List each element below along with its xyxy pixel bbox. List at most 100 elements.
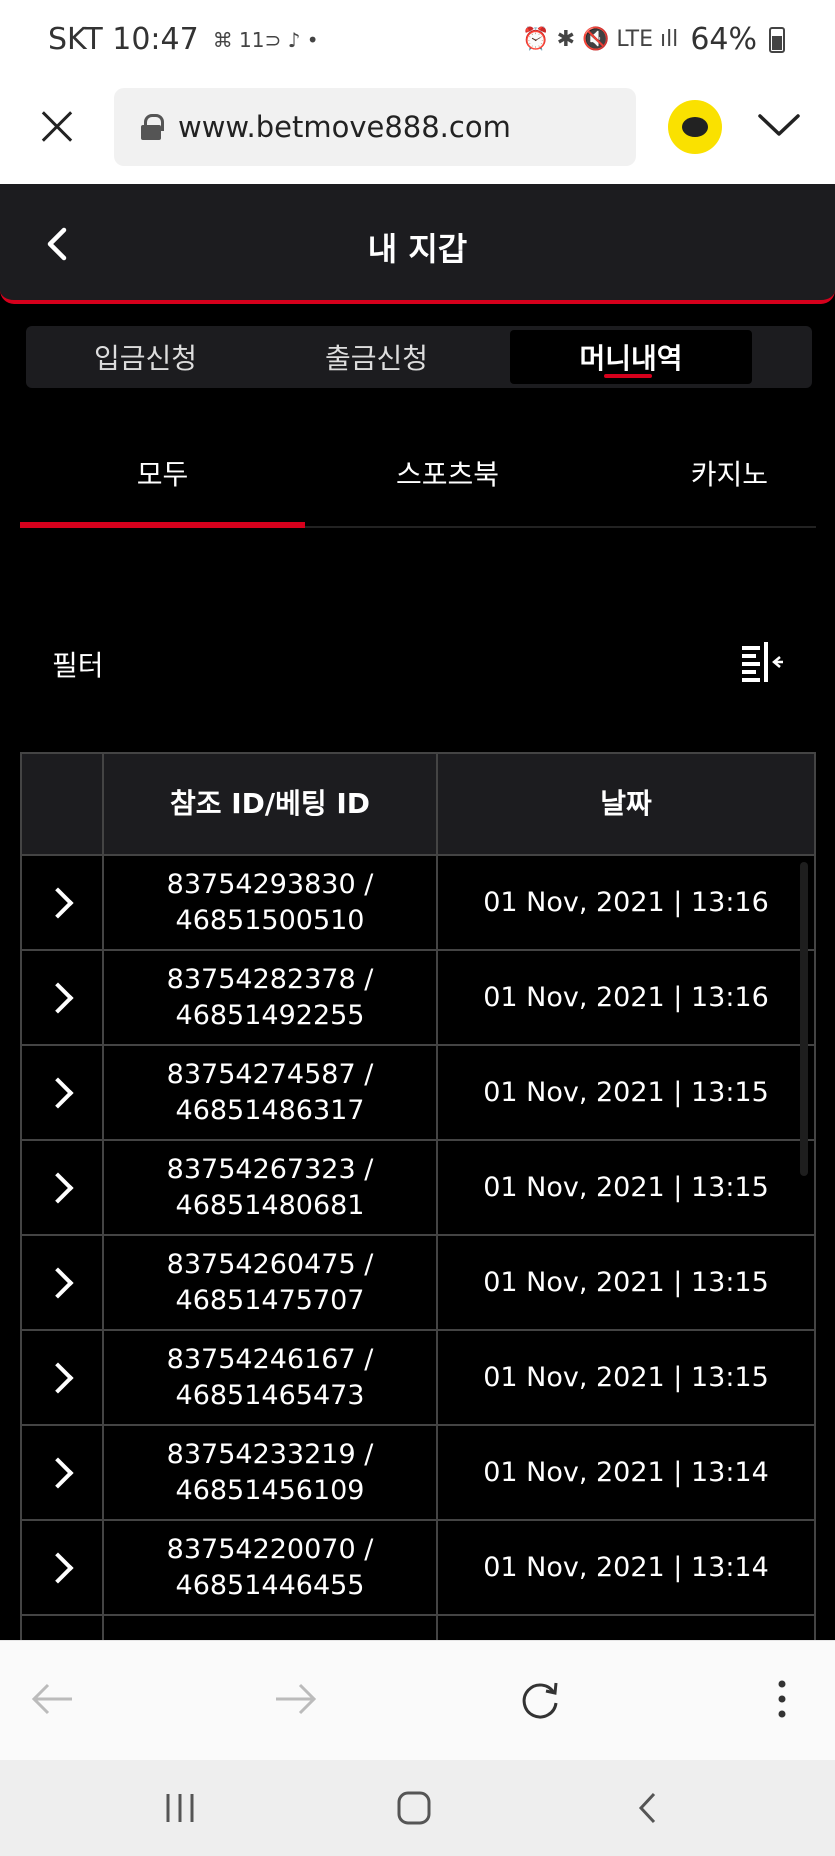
tab-withdraw[interactable]: 출금신청 [261, 330, 492, 384]
lock-icon [140, 114, 164, 140]
date-cell: 01 Nov, 2021 | 13:15 [483, 1076, 769, 1108]
table-row[interactable]: 83754260475 / 46851475707 01 Nov, 2021 |… [22, 1236, 814, 1331]
url-field[interactable]: www.betmove888.com [114, 88, 636, 166]
date-cell: 01 Nov, 2021 | 13:15 [483, 1171, 769, 1203]
system-icons: ⏰ ✱ 🔇 LTE ıll [522, 27, 679, 52]
browser-back-button[interactable] [22, 1669, 82, 1729]
filter-toggle-icon[interactable] [740, 640, 784, 684]
recent-apps-button[interactable] [150, 1782, 210, 1834]
battery-percent: 64% [690, 22, 757, 57]
ref-id: 83754233219 / [166, 1438, 374, 1470]
tab-money-history[interactable]: 머니내역 [510, 330, 752, 384]
history-filter-tabs: 모두 스포츠북 카지노 [20, 430, 816, 528]
date-cell: 01 Nov, 2021 | 13:14 [483, 1456, 769, 1488]
table-row[interactable]: 83754267323 / 46851480681 01 Nov, 2021 |… [22, 1141, 814, 1236]
ref-bet-id-cell: 83754293830 / 46851500510 [104, 856, 438, 949]
bet-id: 46851475707 [175, 1284, 365, 1316]
chevron-right-icon [42, 1551, 74, 1584]
tab-deposit[interactable]: 입금신청 [30, 330, 261, 384]
chevron-left-icon [638, 1792, 656, 1824]
table-row[interactable]: 83754233219 / 46851456109 01 Nov, 2021 |… [22, 1426, 814, 1521]
ref-id: 83754282378 / [166, 963, 374, 995]
chevron-right-icon [42, 981, 74, 1014]
battery-icon [769, 26, 785, 53]
bet-id: 46851480681 [175, 1189, 365, 1221]
column-header-expand [22, 754, 104, 854]
expand-row-button[interactable] [22, 1141, 104, 1234]
bet-id: 46851465473 [175, 1379, 365, 1411]
bet-id: 46851492255 [175, 999, 365, 1031]
more-vertical-icon [778, 1680, 786, 1718]
table-row[interactable]: 83754293830 / 46851500510 01 Nov, 2021 |… [22, 856, 814, 951]
date-cell: 01 Nov, 2021 | 13:15 [483, 1361, 769, 1393]
close-tab-button[interactable] [34, 104, 80, 150]
more-menu-button[interactable] [752, 1669, 812, 1729]
chevron-right-icon [42, 1361, 74, 1394]
expand-row-button[interactable] [22, 1236, 104, 1329]
chevron-right-icon [42, 1456, 74, 1489]
column-header-ref-bet-id: 참조 ID/베팅 ID [104, 754, 438, 854]
tab-sportsbook[interactable]: 스포츠북 [305, 430, 590, 526]
arrow-right-icon [276, 1683, 317, 1715]
table-row[interactable]: 83754220070 / 46851446455 01 Nov, 2021 |… [22, 1521, 814, 1616]
wallet-tabs: 입금신청 출금신청 머니내역 [26, 326, 812, 388]
reload-button[interactable] [510, 1669, 570, 1729]
chevron-right-icon [42, 1266, 74, 1299]
ref-id: 83754246167 / [166, 1343, 374, 1375]
page-title: 내 지갑 [367, 230, 468, 268]
bet-id: 46851486317 [175, 1094, 365, 1126]
bet-id: 46851446455 [175, 1569, 365, 1601]
table-row[interactable]: 83754274587 / 46851486317 01 Nov, 2021 |… [22, 1046, 814, 1141]
chevron-right-icon [42, 1171, 74, 1204]
ref-bet-id-cell: 83754220070 / 46851446455 [104, 1521, 438, 1614]
bet-id: 46851500510 [175, 904, 365, 936]
home-button[interactable] [384, 1782, 444, 1834]
ref-bet-id-cell: 83754274587 / 46851486317 [104, 1046, 438, 1139]
carrier-time: SKT 10:47 [48, 22, 199, 57]
ref-bet-id-cell: 83754267323 / 46851480681 [104, 1141, 438, 1234]
table-row[interactable]: 83754246167 / 46851465473 01 Nov, 2021 |… [22, 1331, 814, 1426]
ref-bet-id-cell: 83754260475 / 46851475707 [104, 1236, 438, 1329]
kakao-chat-button[interactable] [668, 100, 722, 154]
expand-row-button[interactable] [22, 1426, 104, 1519]
ref-id: 83754220070 / [166, 1533, 374, 1565]
date-cell: 01 Nov, 2021 | 13:16 [483, 981, 769, 1013]
browser-bottom-bar [0, 1640, 835, 1760]
status-bar: SKT 10:47 ⌘ 11⊃ ♪ • ⏰ ✱ 🔇 LTE ıll 64% [0, 0, 835, 84]
ref-id: 83754267323 / [166, 1153, 374, 1185]
ref-bet-id-cell: 83754246167 / 46851465473 [104, 1331, 438, 1424]
ref-id: 83754260475 / [166, 1248, 374, 1280]
column-header-date: 날짜 [600, 787, 652, 820]
page-header: 내 지갑 [0, 184, 835, 304]
ref-bet-id-cell: 83754233219 / 46851456109 [104, 1426, 438, 1519]
ref-bet-id-cell: 83754282378 / 46851492255 [104, 951, 438, 1044]
expand-row-button[interactable] [22, 1331, 104, 1424]
chat-bubble-icon [682, 117, 708, 137]
browser-forward-button[interactable] [266, 1669, 326, 1729]
system-back-button[interactable] [618, 1782, 678, 1834]
bet-id: 46851456109 [175, 1474, 365, 1506]
table-scrollbar[interactable] [800, 862, 808, 1176]
expand-row-button[interactable] [22, 1521, 104, 1614]
expand-row-button[interactable] [22, 856, 104, 949]
date-cell: 01 Nov, 2021 | 13:14 [483, 1551, 769, 1583]
filter-label: 필터 [52, 649, 104, 682]
notification-icons: ⌘ 11⊃ ♪ • [212, 27, 319, 52]
chevron-right-icon [42, 886, 74, 919]
money-history-table: 참조 ID/베팅 ID 날짜 83754293830 / 46851500510… [20, 752, 816, 1676]
url-text: www.betmove888.com [178, 110, 511, 144]
tab-all[interactable]: 모두 [20, 430, 305, 528]
ref-id: 83754293830 / [166, 868, 374, 900]
arrow-left-icon [31, 1683, 72, 1715]
tab-casino[interactable]: 카지노 [590, 430, 816, 526]
home-icon [397, 1791, 431, 1825]
expand-row-button[interactable] [22, 1046, 104, 1139]
date-cell: 01 Nov, 2021 | 13:16 [483, 886, 769, 918]
chevron-right-icon [42, 1076, 74, 1109]
browser-toolbar: www.betmove888.com [0, 84, 835, 184]
system-navigation-bar [0, 1760, 835, 1856]
recent-apps-icon [166, 1794, 194, 1822]
chevron-down-icon[interactable] [756, 106, 802, 146]
table-row[interactable]: 83754282378 / 46851492255 01 Nov, 2021 |… [22, 951, 814, 1046]
expand-row-button[interactable] [22, 951, 104, 1044]
